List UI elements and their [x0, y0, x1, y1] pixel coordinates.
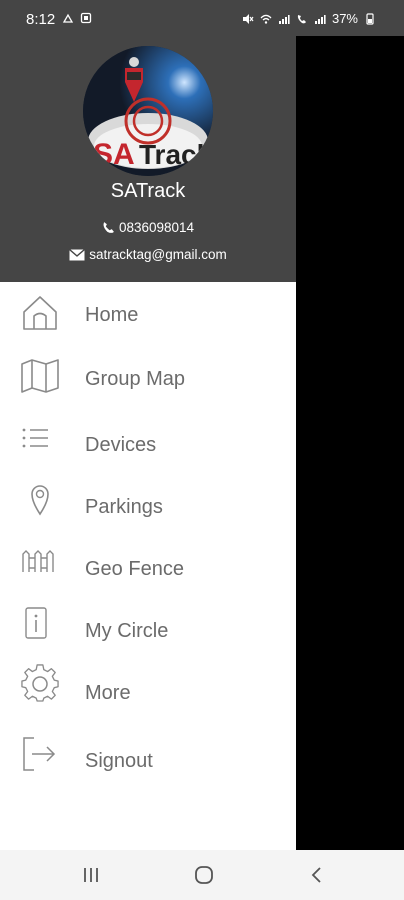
contact-email[interactable]: satracktag@gmail.com [0, 247, 296, 262]
home-icon [23, 296, 57, 330]
notification-icon [62, 13, 74, 23]
satrack-logo-image: SA Track [83, 46, 213, 176]
menu-label-home: Home [85, 304, 139, 326]
menu-item-home[interactable]: Home [0, 284, 296, 344]
location-pin-icon [31, 485, 49, 516]
svg-text:SA: SA [93, 138, 135, 171]
avatar: SA Track [83, 46, 213, 176]
app-notification-icon [80, 12, 92, 24]
menu-item-group-map[interactable]: Group Map [0, 348, 296, 408]
menu-label-parkings: Parkings [85, 496, 163, 518]
menu-label-group-map: Group Map [85, 368, 186, 390]
app-title: SATrack [110, 180, 186, 202]
list-icon [22, 428, 48, 448]
fence-icon [22, 550, 54, 572]
battery-icon [366, 12, 374, 25]
status-left-icons [62, 12, 92, 24]
recent-apps-button[interactable] [76, 862, 106, 888]
phone-icon [103, 222, 114, 233]
menu-label-geo-fence: Geo Fence [85, 558, 184, 580]
menu-label-signout: Signout [85, 750, 153, 772]
system-navigation-bar [0, 850, 404, 900]
menu-item-parkings[interactable]: Parkings [0, 474, 296, 534]
menu-label-my-circle: My Circle [85, 620, 169, 642]
status-right-icons: 37% [242, 11, 376, 26]
mute-icon [242, 13, 254, 24]
call-signal-icon [297, 14, 306, 23]
drawer-scrim[interactable] [296, 36, 404, 850]
wifi-icon [260, 14, 272, 24]
menu-item-devices[interactable]: Devices [0, 412, 296, 472]
drawer-header: SA Track SATrack 0836098014 satracktag@g… [0, 36, 296, 282]
signout-icon [23, 737, 56, 771]
battery-percentage: 37% [331, 11, 358, 26]
menu-item-geo-fence[interactable]: Geo Fence [0, 536, 296, 596]
gear-icon [21, 664, 59, 702]
menu-item-signout[interactable]: Signout [0, 728, 296, 788]
home-button[interactable] [189, 862, 219, 888]
email-address: satracktag@gmail.com [89, 247, 227, 262]
status-time: 8:12 [26, 11, 56, 28]
status-bar: 8:12 37% [0, 0, 404, 36]
info-icon [25, 607, 47, 639]
navigation-drawer: SA Track SATrack 0836098014 satracktag@g… [0, 36, 296, 850]
back-button[interactable] [302, 862, 332, 888]
phone-number: 0836098014 [118, 220, 195, 235]
mail-icon [69, 249, 86, 261]
map-icon [21, 359, 59, 393]
menu-label-devices: Devices [85, 434, 157, 456]
contact-phone[interactable]: 0836098014 [0, 220, 296, 235]
menu-label-more: More [85, 682, 131, 704]
signal-icon-2 [314, 14, 326, 24]
menu-item-more[interactable]: More [0, 660, 296, 720]
svg-text:Track: Track [139, 139, 213, 170]
menu-item-my-circle[interactable]: My Circle [0, 598, 296, 658]
signal-icon [278, 14, 290, 24]
